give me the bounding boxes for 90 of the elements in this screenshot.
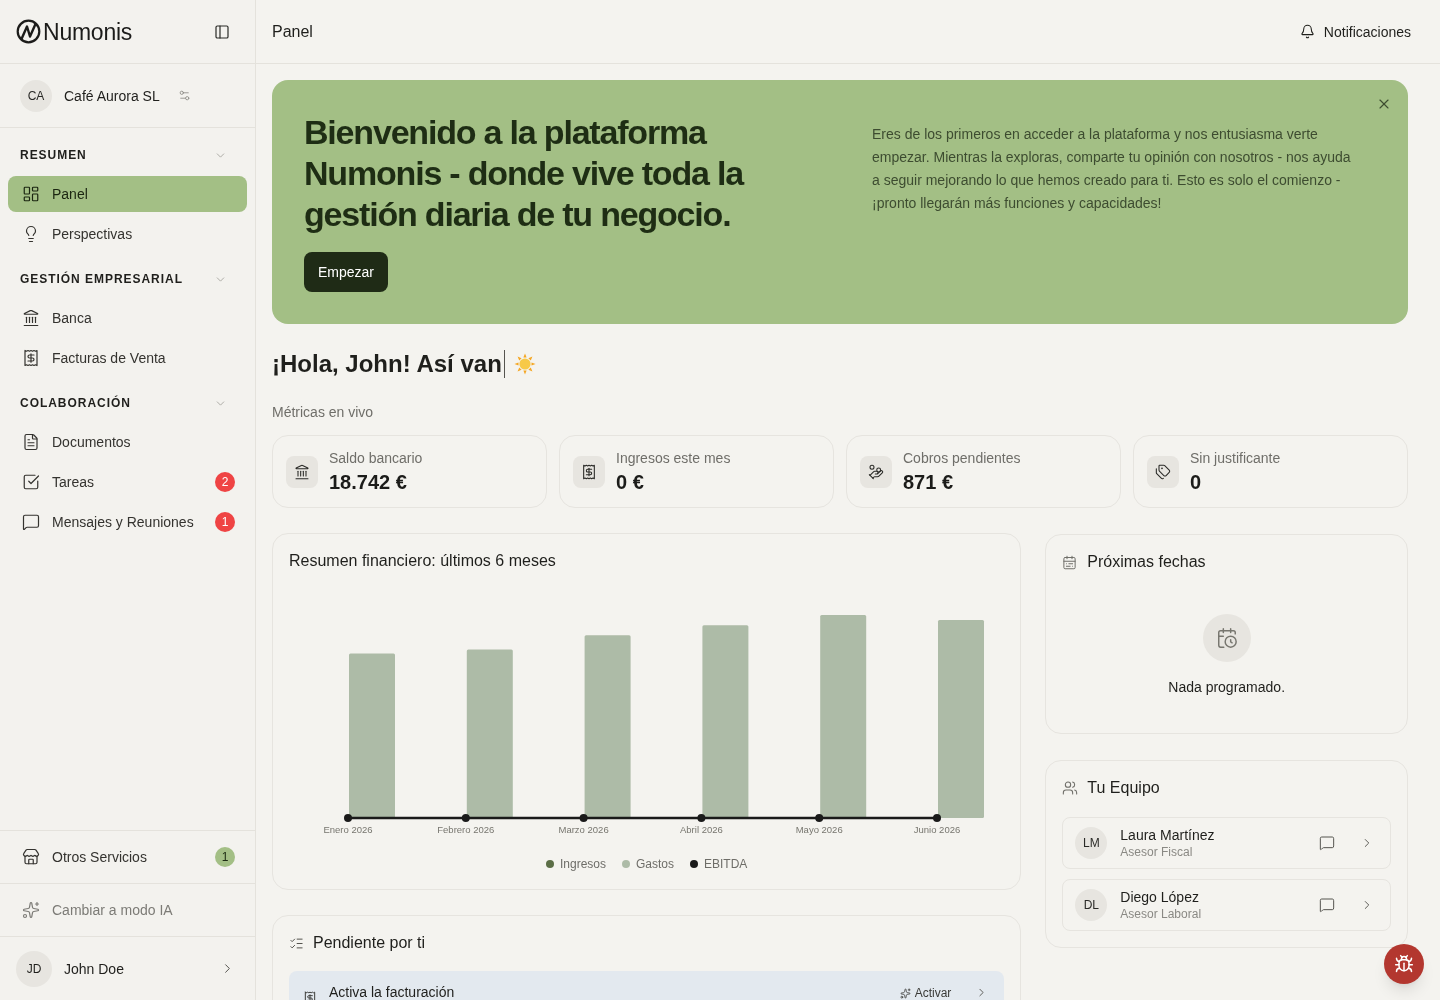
axis-label: Junio 2026 [913,824,961,835]
bell-icon [1299,24,1315,39]
user-avatar: JD [16,950,52,987]
count-badge: 1 [215,512,235,532]
line-point [344,814,352,822]
checklist-icon [289,935,304,951]
chat-icon [22,513,40,531]
logo-icon [16,19,41,44]
brand-name: Numonis [43,17,133,46]
nav-item[interactable]: Documentos [8,424,247,460]
line-point [815,814,824,822]
member-avatar: LM [1075,827,1108,859]
card-title: Pendiente por ti [313,933,426,953]
metric-label: Sin justificante [1190,448,1281,468]
page-title: Panel [272,21,313,42]
banner-heading: Bienvenido a la plataforma Numonis - donde vive toda la gestión diaria de tu negocio. [304,112,745,235]
line-point [697,814,706,822]
axis-label: Febrero 2026 [437,824,495,835]
metric-value: 0 € [616,469,644,495]
sparkles-icon [899,987,911,999]
sun-icon [513,353,536,375]
metric-label: Cobros pendientes [903,448,1021,468]
calendar-clock-icon [1202,614,1251,662]
sparkles-icon [22,901,40,919]
bank-icon [22,309,40,327]
count-badge: 1 [215,847,235,867]
section-heading: GESTIÓN EMPRESARIAL [20,271,183,287]
sidebar-link[interactable]: Cambiar a modo IA [8,892,247,928]
axis-label: Enero 2026 [323,824,373,835]
receipt-icon [22,349,40,367]
user-menu[interactable]: JD John Doe [16,950,235,987]
notifications-button[interactable]: Notificaciones [1299,21,1411,42]
calendar-icon [1062,554,1078,570]
member-role: Asesor Fiscal [1120,844,1193,860]
chat-icon[interactable] [1319,897,1335,913]
section-heading: RESUMEN [20,147,87,163]
sliders-icon[interactable] [177,89,191,102]
card-title: Resumen financiero: últimos 6 meses [289,551,556,571]
nav-item[interactable]: Perspectivas [8,216,247,252]
task-row[interactable]: Activa la facturación Activar [289,971,1005,1000]
sidebar-link[interactable]: Otros Servicios 1 [8,839,247,875]
legend-label: EBITDA [704,856,748,872]
hand-coins-icon [860,455,892,488]
count-badge: 2 [215,472,235,492]
section-heading: COLABORACIÓN [20,395,131,411]
activate-button[interactable]: Activar [899,985,952,1000]
card-title: Tu Equipo [1087,778,1160,798]
axis-label: Abril 2026 [680,824,723,835]
receipt-icon [573,455,605,488]
dashboard-icon [22,185,40,203]
legend-label: Ingresos [559,856,606,872]
company-name[interactable]: Café Aurora SL [64,85,160,106]
member-avatar: DL [1075,889,1108,921]
legend-label: Gastos [636,856,674,872]
nav-item[interactable]: Panel [8,176,247,212]
line-point [933,814,941,822]
line-point [461,814,470,822]
team-member-row[interactable]: DL Diego López Asesor Laboral [1062,879,1391,931]
checkbox-icon [22,473,40,491]
bank-icon [286,455,318,488]
company-avatar: CA [20,79,52,112]
banner-text: Eres de los primeros en acceder a la plataforma y nos entusiasma verte empezar. Mientras la exploras, comparte tu opinión con nosotros - nos ayuda a seguir mejorando lo que hemos creado para ti. Esto es solo el comienzo - ¡pronto llegarán más funciones y capacidades! [872,125,1352,213]
member-role: Asesor Laboral [1120,906,1202,922]
line-point [579,814,588,822]
member-name: Laura Martínez [1120,826,1215,844]
metric-label: Saldo bancario [329,448,423,468]
empty-state-text: Nada programado. [1168,678,1286,697]
nav-item[interactable]: Banca [8,300,247,336]
users-icon [1062,780,1079,796]
sidebar-toggle-icon[interactable] [214,23,230,40]
task-title: Activa la facturación [329,983,455,1000]
metric-value: 871 € [903,469,954,495]
nav-item[interactable]: Tareas 2 [8,464,247,500]
team-member-row[interactable]: LM Laura Martínez Asesor Fiscal [1062,817,1391,869]
chat-icon[interactable] [1319,835,1335,851]
nav-item[interactable]: Mensajes y Reuniones 1 [8,504,247,540]
metric-label: Ingresos este mes [616,448,731,468]
axis-label: Marzo 2026 [558,824,609,835]
store-icon [22,848,40,866]
greeting-heading: ¡Hola, John! Así van [272,349,502,379]
tags-icon [1147,455,1179,488]
metrics-heading: Métricas en vivo [272,403,374,422]
member-name: Diego López [1120,888,1199,906]
card-title: Próximas fechas [1087,552,1206,572]
document-icon [22,433,40,451]
axis-label: Mayo 2026 [795,824,843,835]
start-button[interactable]: Empezar [304,252,389,292]
metric-value: 0 [1190,469,1202,495]
metric-value: 18.742 € [329,469,407,495]
nav-item[interactable]: Facturas de Venta [8,340,247,376]
